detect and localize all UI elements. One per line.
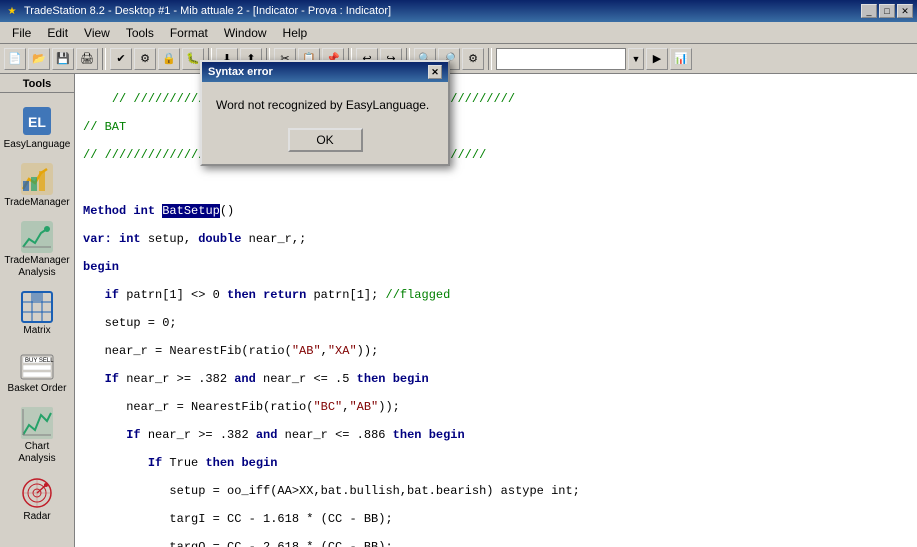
main-layout: Tools EL EasyLanguage TradeMana xyxy=(0,74,917,547)
dialog-body: Word not recognized by EasyLanguage. OK xyxy=(202,82,448,164)
syntax-error-dialog: Syntax error ✕ Word not recognized by Ea… xyxy=(200,60,450,166)
dialog-ok-button[interactable]: OK xyxy=(288,128,363,152)
dialog-buttons: OK xyxy=(216,128,434,152)
dialog-overlay: Syntax error ✕ Word not recognized by Ea… xyxy=(0,0,917,547)
dialog-close-button[interactable]: ✕ xyxy=(428,65,442,79)
dialog-title-bar: Syntax error ✕ xyxy=(202,62,448,82)
dialog-title-text: Syntax error xyxy=(208,66,428,78)
dialog-message: Word not recognized by EasyLanguage. xyxy=(216,98,434,112)
